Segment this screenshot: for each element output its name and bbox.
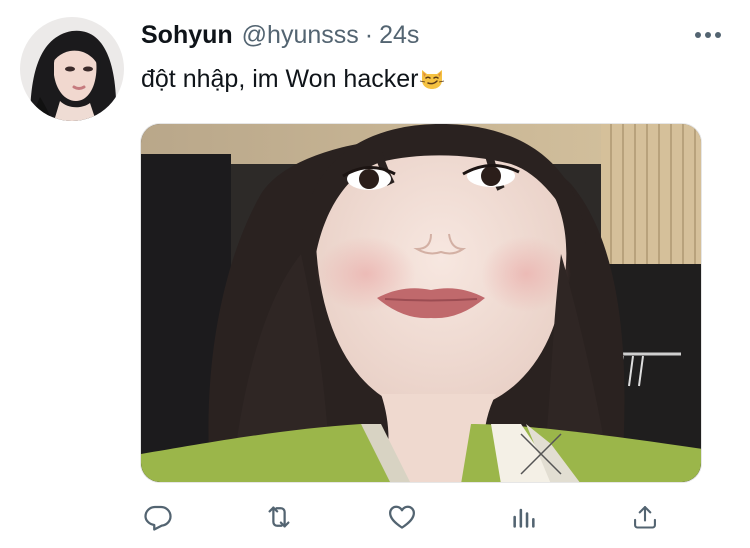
tweet-media[interactable]	[140, 123, 702, 483]
tweet[interactable]: Sohyun @hyunsss · 24s đột nhập, im Won h…	[0, 0, 750, 548]
smirking-cat-face-emoji	[419, 65, 445, 100]
more-horizontal-icon	[695, 32, 721, 38]
tweet-photo	[141, 124, 701, 482]
user-handle[interactable]: @hyunsss	[242, 18, 359, 52]
share-button[interactable]	[623, 495, 667, 539]
share-icon	[634, 506, 656, 529]
avatar[interactable]	[20, 17, 124, 121]
avatar-image	[20, 17, 124, 121]
like-button[interactable]	[380, 495, 424, 539]
views-button[interactable]	[502, 495, 546, 539]
heart-icon	[389, 505, 415, 529]
tweet-header: Sohyun @hyunsss · 24s	[141, 18, 419, 52]
more-options-button[interactable]	[693, 26, 723, 44]
tweet-text-content: đột nhập, im Won hacker	[141, 65, 419, 93]
analytics-icon	[513, 508, 535, 528]
tweet-actions	[0, 495, 750, 539]
retweet-button[interactable]	[257, 495, 301, 539]
retweet-icon	[268, 506, 290, 528]
reply-button[interactable]	[136, 495, 180, 539]
timestamp[interactable]: 24s	[379, 18, 419, 52]
tweet-text: đột nhập, im Won hacker	[141, 62, 445, 100]
display-name[interactable]: Sohyun	[141, 18, 233, 52]
separator-dot: ·	[364, 21, 374, 49]
reply-icon	[144, 505, 172, 531]
